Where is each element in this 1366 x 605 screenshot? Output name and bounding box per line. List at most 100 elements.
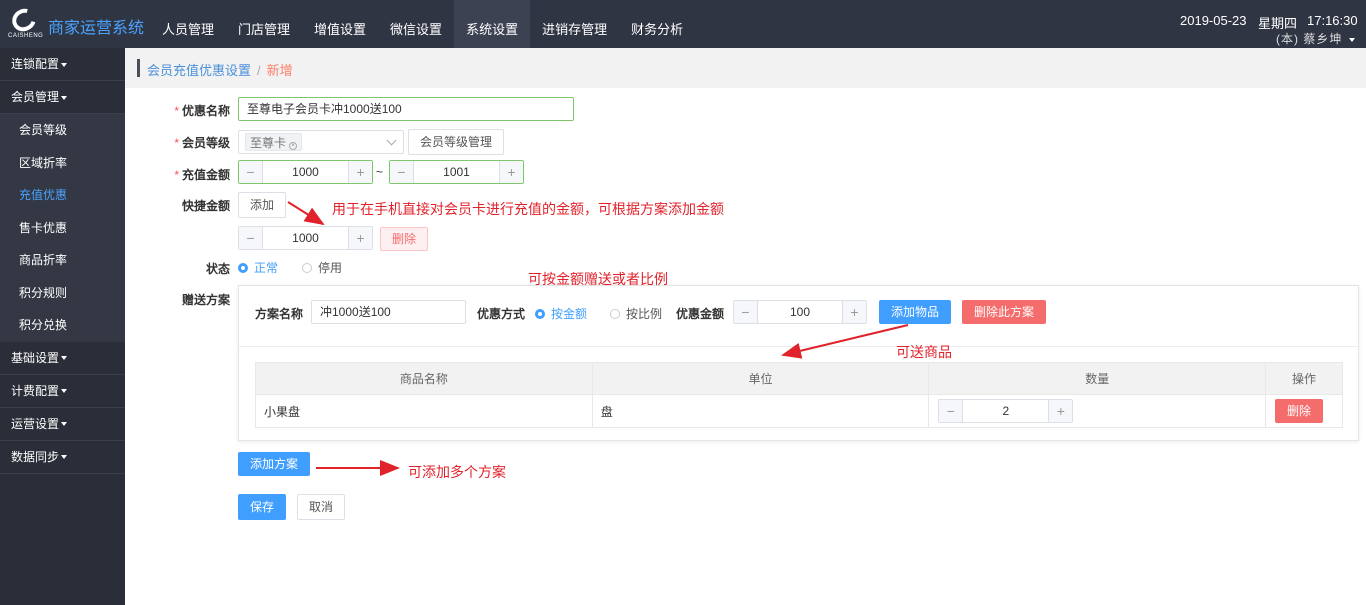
radio-unchecked-icon bbox=[302, 262, 312, 273]
radio-checked-icon bbox=[535, 308, 545, 319]
plus-icon[interactable]: + bbox=[499, 161, 523, 183]
col-quantity: 数量 bbox=[928, 362, 1267, 395]
radio-checked-icon bbox=[238, 262, 248, 273]
breadcrumb-current: 新增 bbox=[266, 63, 293, 78]
amount-min-value[interactable]: 1000 bbox=[263, 161, 348, 183]
table-header-row: 商品名称 单位 数量 操作 bbox=[255, 362, 1343, 395]
chevron-down-icon bbox=[61, 95, 68, 100]
nav-stores[interactable]: 门店管理 bbox=[226, 0, 302, 48]
user-menu[interactable]: (本) 蔡乡坤 bbox=[1276, 30, 1355, 47]
save-button[interactable]: 保存 bbox=[238, 494, 286, 520]
status-disabled-radio[interactable]: 停用 bbox=[302, 259, 342, 276]
amount-min-stepper: − 1000 + bbox=[238, 160, 373, 184]
amount-max-stepper: − 1001 + bbox=[389, 160, 524, 184]
goods-delete-button[interactable]: 删除 bbox=[1275, 399, 1324, 423]
range-separator: ~ bbox=[376, 165, 384, 179]
quick-amount-delete-button[interactable]: 删除 bbox=[380, 227, 428, 251]
col-unit: 单位 bbox=[591, 362, 930, 395]
header-date: 2019-05-23 bbox=[1180, 13, 1247, 28]
delete-plan-button[interactable]: 删除此方案 bbox=[962, 300, 1046, 324]
plus-icon[interactable]: + bbox=[842, 301, 866, 323]
breadcrumb-parent[interactable]: 会员充值优惠设置 bbox=[147, 63, 251, 78]
breadcrumb-bar: 会员充值优惠设置 / 新增 bbox=[125, 48, 1366, 88]
sidebar-item-region-discount[interactable]: 区域折率 bbox=[0, 146, 125, 179]
user-branch: (本) bbox=[1276, 32, 1299, 46]
amount-max-value[interactable]: 1001 bbox=[414, 161, 499, 183]
add-plan-button[interactable]: 添加方案 bbox=[238, 452, 310, 476]
mode-ratio-radio[interactable]: 按比例 bbox=[610, 305, 662, 322]
sidebar-group-billing[interactable]: 计费配置 bbox=[0, 375, 125, 408]
minus-icon[interactable]: − bbox=[239, 161, 263, 183]
nav-system-settings[interactable]: 系统设置 bbox=[454, 0, 531, 48]
minus-icon[interactable]: − bbox=[734, 301, 758, 323]
breadcrumb-separator: / bbox=[257, 63, 261, 78]
user-name: 蔡乡坤 bbox=[1303, 32, 1343, 46]
goods-table: 商品名称 单位 数量 操作 小果盘 盘 − 2 + 删除 bbox=[255, 362, 1343, 428]
minus-icon[interactable]: − bbox=[239, 227, 263, 249]
quick-amount-value[interactable]: 1000 bbox=[263, 227, 348, 249]
radio-unchecked-icon bbox=[610, 308, 620, 319]
plan-mode-label: 优惠方式 bbox=[477, 307, 526, 321]
minus-icon[interactable]: − bbox=[939, 400, 964, 422]
sidebar-item-recharge-promo[interactable]: 充值优惠 bbox=[0, 179, 125, 212]
top-bar: CAISHENG 商家运营系统 人员管理 门店管理 增值设置 微信设置 系统设置… bbox=[0, 0, 1366, 48]
gift-plan-card: 方案名称 冲1000送100 优惠方式 按金额 按比例 优惠金额 − 100 +… bbox=[238, 285, 1359, 441]
logo-icon bbox=[8, 4, 40, 36]
sidebar-group-sync[interactable]: 数据同步 bbox=[0, 441, 125, 474]
annotation-quick-amount: 用于在手机直接对会员卡进行充值的金额，可根据方案添加金额 bbox=[332, 201, 724, 217]
promo-name-input[interactable]: 至尊电子会员卡冲1000送100 bbox=[238, 97, 574, 121]
plan-name-label: 方案名称 bbox=[255, 307, 304, 321]
quick-amount-label: 快捷金额 bbox=[181, 199, 230, 213]
chevron-down-icon bbox=[1348, 37, 1355, 42]
quick-amount-add-button[interactable]: 添加 bbox=[238, 192, 286, 218]
sidebar-item-points-rules[interactable]: 积分规则 bbox=[0, 276, 125, 309]
plus-icon[interactable]: + bbox=[348, 227, 372, 249]
nav-inventory[interactable]: 进销存管理 bbox=[530, 0, 619, 48]
annotation-ratio: 可按金额赠送或者比例 bbox=[528, 271, 668, 287]
sidebar-item-goods-discount[interactable]: 商品折率 bbox=[0, 244, 125, 277]
sidebar-group-chain[interactable]: 连锁配置 bbox=[0, 48, 125, 81]
nav-wechat[interactable]: 微信设置 bbox=[378, 0, 454, 48]
chevron-down-icon bbox=[61, 62, 68, 67]
sidebar-item-card-sale-promo[interactable]: 售卡优惠 bbox=[0, 211, 125, 244]
goods-unit-cell: 盘 bbox=[591, 394, 930, 428]
col-actions: 操作 bbox=[1265, 362, 1343, 395]
mode-amount-radio[interactable]: 按金额 bbox=[535, 305, 587, 322]
status-active-radio[interactable]: 正常 bbox=[238, 259, 278, 276]
nav-staff[interactable]: 人员管理 bbox=[150, 0, 226, 48]
close-icon[interactable]: × bbox=[289, 142, 298, 150]
annotation-multi-plan: 可添加多个方案 bbox=[408, 464, 506, 480]
member-level-select[interactable]: 至尊卡 × bbox=[238, 130, 404, 154]
add-goods-button[interactable]: 添加物品 bbox=[879, 300, 951, 324]
plus-icon[interactable]: + bbox=[348, 161, 372, 183]
app-title: 商家运营系统 bbox=[48, 20, 145, 37]
sidebar-item-points-redeem[interactable]: 积分兑换 bbox=[0, 309, 125, 342]
chevron-down-icon bbox=[61, 356, 68, 361]
nav-finance[interactable]: 财务分析 bbox=[619, 0, 695, 48]
goods-name-cell: 小果盘 bbox=[255, 394, 593, 428]
col-goods-name: 商品名称 bbox=[255, 362, 593, 395]
logo: CAISHENG bbox=[8, 4, 44, 41]
chevron-down-icon bbox=[61, 455, 68, 460]
chevron-down-icon bbox=[386, 135, 397, 146]
nav-value-added[interactable]: 增值设置 bbox=[302, 0, 378, 48]
sidebar-group-basic[interactable]: 基础设置 bbox=[0, 342, 125, 375]
chevron-down-icon bbox=[61, 389, 68, 394]
cancel-button[interactable]: 取消 bbox=[297, 494, 345, 520]
goods-qty-cell: − 2 + bbox=[928, 394, 1267, 428]
logo-subtitle: CAISHENG bbox=[8, 33, 44, 39]
gift-plan-label: 赠送方案 bbox=[181, 293, 230, 307]
plus-icon[interactable]: + bbox=[1048, 400, 1073, 422]
goods-qty-value[interactable]: 2 bbox=[963, 400, 1048, 422]
amount-label: * 充值金额 bbox=[174, 168, 230, 182]
sidebar-item-member-level[interactable]: 会员等级 bbox=[0, 114, 125, 147]
sidebar-group-member[interactable]: 会员管理 bbox=[0, 81, 125, 114]
name-label: * 优惠名称 bbox=[174, 104, 230, 118]
breadcrumb-marker bbox=[137, 59, 140, 77]
minus-icon[interactable]: − bbox=[390, 161, 414, 183]
plan-amount-value[interactable]: 100 bbox=[758, 301, 842, 323]
member-level-manage-button[interactable]: 会员等级管理 bbox=[408, 129, 504, 155]
annotation-goods: 可送商品 bbox=[896, 344, 952, 360]
sidebar-group-operations[interactable]: 运营设置 bbox=[0, 408, 125, 441]
plan-name-input[interactable]: 冲1000送100 bbox=[311, 300, 466, 324]
